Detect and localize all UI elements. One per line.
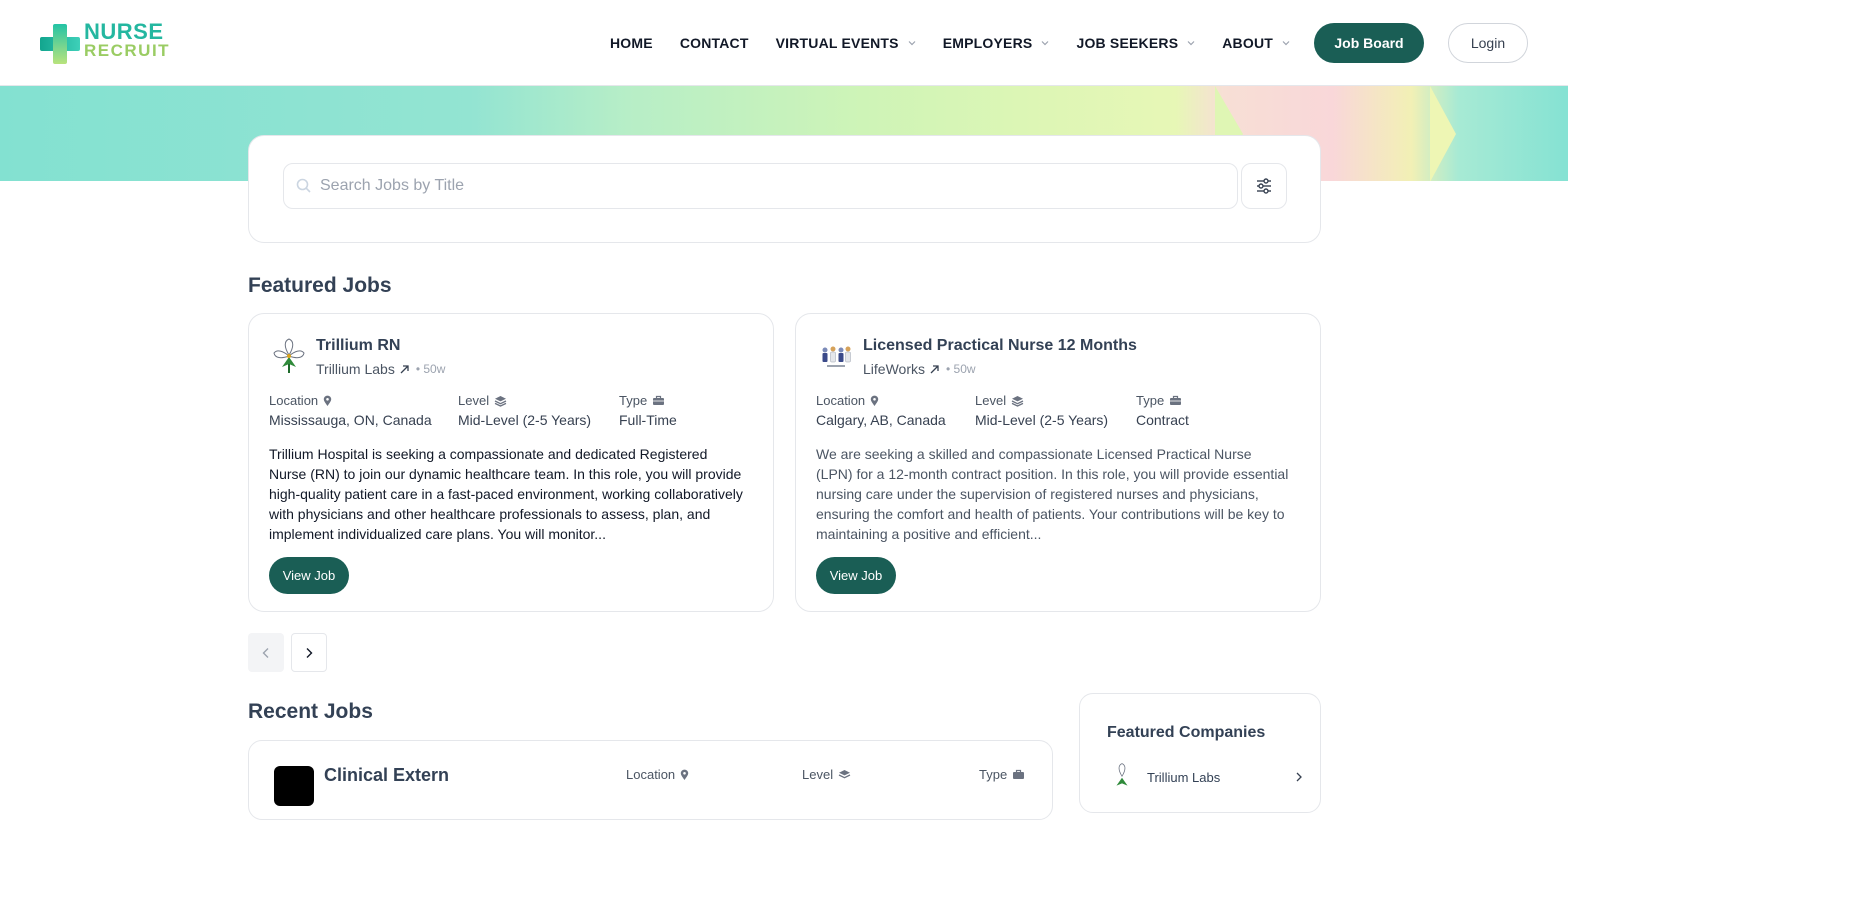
external-arrow-icon xyxy=(400,364,409,373)
featured-job-card: Licensed Practical Nurse 12 Months LifeW… xyxy=(795,313,1321,612)
logo-line-1: NURSE xyxy=(84,19,164,44)
posted-age: • 50w xyxy=(415,362,446,376)
job-level: Mid-Level (2-5 Years) xyxy=(458,412,592,428)
meta-type: Type Contract xyxy=(1136,393,1189,428)
location-pin-icon xyxy=(680,769,689,780)
job-title-link[interactable]: Trillium RN xyxy=(316,337,400,355)
lifeworks-logo xyxy=(816,336,856,376)
job-type: Contract xyxy=(1136,412,1189,428)
job-title-link[interactable]: Licensed Practical Nurse 12 Months xyxy=(863,337,1137,355)
location-pin-icon xyxy=(870,395,879,406)
featured-companies-panel: Featured Companies Trillium Labs xyxy=(1079,693,1321,813)
filter-icon xyxy=(1257,178,1271,194)
recent-job-card: Clinical Extern Location Level Type xyxy=(248,740,1053,820)
meta-level: Level Mid-Level (2-5 Years) xyxy=(458,393,592,428)
company-logo xyxy=(274,766,314,806)
briefcase-icon xyxy=(1170,395,1182,405)
chevron-down-icon xyxy=(1187,41,1195,46)
briefcase-icon xyxy=(653,395,665,405)
meta-level: Level Mid-Level (2-5 Years) xyxy=(975,393,1109,428)
nav-home[interactable]: HOME xyxy=(610,35,653,51)
company-list-item[interactable]: Trillium Labs xyxy=(1107,762,1302,792)
login-button[interactable]: Login xyxy=(1448,23,1528,63)
meta-location: Location xyxy=(626,767,689,782)
search-box xyxy=(283,163,1238,209)
chevron-left-icon xyxy=(262,647,269,658)
posted-age: • 50w xyxy=(945,362,976,376)
site-header: NURSE RECRUIT HOME CONTACT VIRTUAL EVENT… xyxy=(0,0,1568,86)
job-description: Trillium Hospital is seeking a compassio… xyxy=(269,446,743,542)
nav-employers[interactable]: EMPLOYERS xyxy=(943,35,1050,51)
search-input[interactable] xyxy=(320,177,1220,195)
job-type: Full-Time xyxy=(619,412,677,428)
nav-about[interactable]: ABOUT xyxy=(1222,35,1290,51)
chevron-down-icon xyxy=(908,41,916,46)
chevron-down-icon xyxy=(1042,41,1049,46)
trillium-flower-icon xyxy=(1116,763,1128,786)
job-title-link[interactable]: Clinical Extern xyxy=(324,765,449,786)
view-job-button[interactable]: View Job xyxy=(269,557,349,594)
job-description: We are seeking a skilled and compassiona… xyxy=(816,446,1289,542)
main-nav: HOME CONTACT VIRTUAL EVENTS EMPLOYERS JO… xyxy=(610,0,1317,86)
meta-location: Location Mississauga, ON, Canada xyxy=(269,393,432,428)
featured-job-card: Trillium RN Trillium Labs • 50w Location… xyxy=(248,313,774,612)
carousel-next-button[interactable] xyxy=(291,633,327,672)
briefcase-icon xyxy=(1013,769,1025,779)
layers-icon xyxy=(838,769,851,778)
nav-virtual-events[interactable]: VIRTUAL EVENTS xyxy=(776,35,916,51)
location-pin-icon xyxy=(323,395,332,406)
job-location: Calgary, AB, Canada xyxy=(816,412,946,428)
chevron-right-icon xyxy=(306,647,313,658)
company-link[interactable]: LifeWorks xyxy=(863,361,925,377)
filter-button[interactable] xyxy=(1241,163,1287,209)
external-arrow-icon xyxy=(930,364,939,373)
medical-cross-icon xyxy=(40,24,80,64)
trillium-flower-icon xyxy=(273,338,305,373)
nurse-recruit-logo[interactable]: NURSE RECRUIT xyxy=(40,19,180,64)
layers-icon xyxy=(494,395,507,407)
view-job-button[interactable]: View Job xyxy=(816,557,896,594)
company-link[interactable]: Trillium Labs xyxy=(316,361,395,377)
chevron-down-icon xyxy=(1282,41,1290,46)
chevron-right-icon xyxy=(1296,772,1302,782)
lifeworks-people-icon xyxy=(817,341,855,371)
meta-level: Level xyxy=(802,767,851,782)
recent-jobs-heading: Recent Jobs xyxy=(248,700,373,723)
carousel-prev-button[interactable] xyxy=(248,633,284,672)
layers-icon xyxy=(1011,395,1024,407)
job-board-button[interactable]: Job Board xyxy=(1314,23,1424,63)
search-panel xyxy=(248,135,1321,243)
nav-job-seekers[interactable]: JOB SEEKERS xyxy=(1076,35,1195,51)
meta-type: Type Full-Time xyxy=(619,393,677,428)
job-location: Mississauga, ON, Canada xyxy=(269,412,432,428)
featured-companies-heading: Featured Companies xyxy=(1107,724,1266,741)
logo-line-2: RECRUIT xyxy=(84,41,171,60)
featured-jobs-heading: Featured Jobs xyxy=(248,274,392,297)
search-icon xyxy=(296,178,311,193)
job-level: Mid-Level (2-5 Years) xyxy=(975,412,1109,428)
meta-type: Type xyxy=(979,767,1025,782)
nav-contact[interactable]: CONTACT xyxy=(680,35,749,51)
meta-location: Location Calgary, AB, Canada xyxy=(816,393,946,428)
company-name: Trillium Labs xyxy=(1147,769,1221,785)
trillium-logo xyxy=(269,336,309,376)
